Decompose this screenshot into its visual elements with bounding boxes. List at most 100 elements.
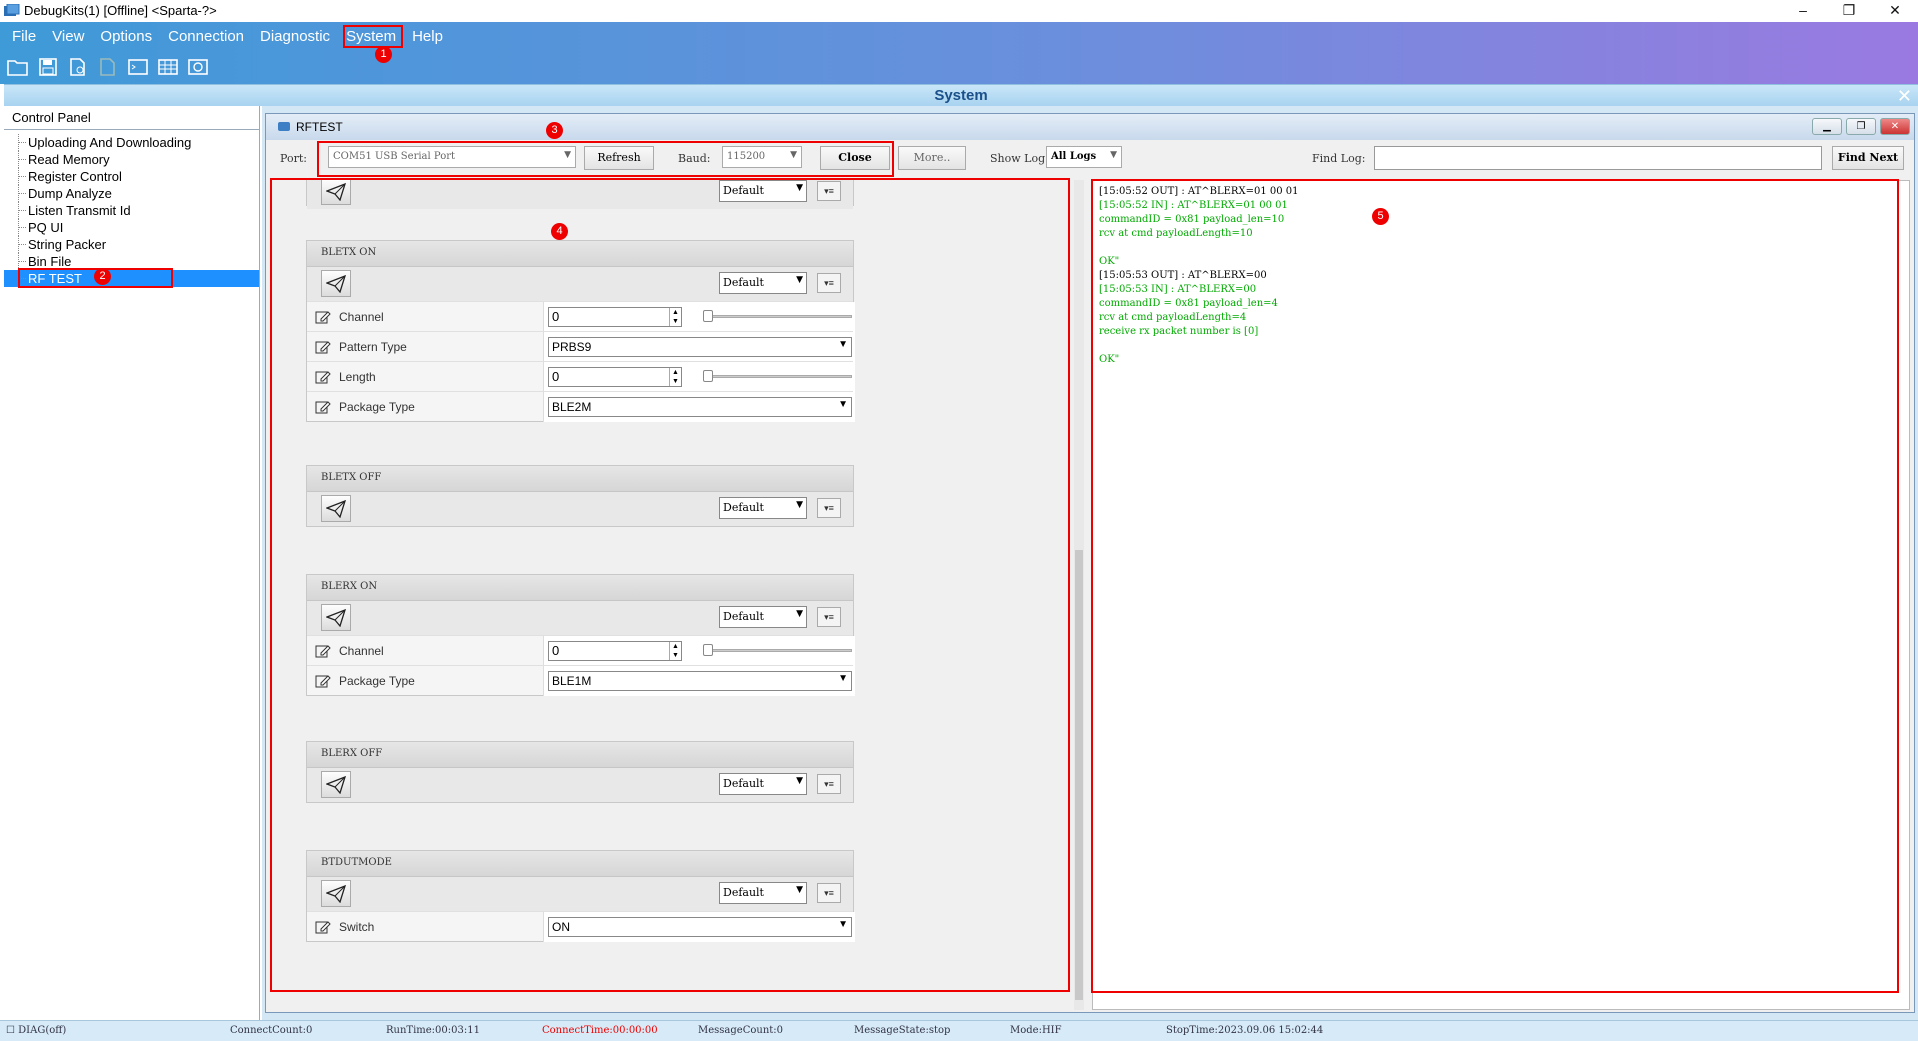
show-log-label: Show Log: [990, 152, 1046, 165]
rftest-close-button[interactable]: ✕: [1880, 118, 1910, 135]
open-folder-icon[interactable]: [6, 55, 30, 79]
table-icon[interactable]: [156, 55, 180, 79]
tree-item-dump-analyze[interactable]: Dump Analyze: [4, 185, 259, 202]
rftest-minimize-button[interactable]: ▁: [1812, 118, 1842, 135]
menu-icon[interactable]: ▾≡: [817, 883, 841, 903]
minimize-button[interactable]: –: [1780, 0, 1826, 22]
connect-time: ConnectTime:00:00:00: [542, 1025, 658, 1036]
rftest-toolbar: Port: COM51 USB Serial Port ▼ Refresh Bau…: [266, 142, 1914, 174]
tree-item-register-control[interactable]: Register Control: [4, 168, 259, 185]
system-panel-close-icon[interactable]: ✕: [1897, 86, 1912, 107]
more-button[interactable]: More..: [898, 146, 966, 170]
menu-icon[interactable]: ▾≡: [817, 774, 841, 794]
edit-icon: [315, 401, 331, 414]
command-group-btdutmode: BTDUTMODE Default ▼ ▾≡ Switch ON ▼: [306, 850, 855, 942]
channel-slider[interactable]: [703, 310, 852, 322]
command-head: Default ▼ ▾≡: [307, 877, 853, 911]
menubar: File View Options Connection Diagnostic …: [4, 26, 451, 48]
show-log-select[interactable]: All Logs ▼: [1046, 146, 1122, 168]
menu-icon[interactable]: ▾≡: [817, 498, 841, 518]
message-count: MessageCount:0: [698, 1025, 784, 1036]
baud-label: Baud:: [678, 152, 711, 165]
param-label: Length: [339, 370, 376, 384]
tree-item-pq-ui[interactable]: PQ UI: [4, 219, 259, 236]
length-slider[interactable]: [703, 370, 852, 382]
menu-connection[interactable]: Connection: [160, 26, 252, 48]
annotation-marker-2: 2: [94, 268, 111, 285]
terminal-icon[interactable]: [126, 55, 150, 79]
baud-select[interactable]: 115200 ▼: [722, 146, 802, 168]
status-bar: ☐ DIAG(off) ConnectCount:0 RunTime:00:03…: [0, 1020, 1918, 1041]
log-output[interactable]: [15:05:52 OUT] : AT^BLERX=01 00 01 [15:0…: [1092, 180, 1910, 1010]
port-select[interactable]: COM51 USB Serial Port ▼: [328, 146, 576, 168]
preset-select[interactable]: Default ▼: [719, 606, 807, 628]
menu-options[interactable]: Options: [92, 26, 160, 48]
save-icon[interactable]: [36, 55, 60, 79]
channel-spinbox[interactable]: 0 ▲ ▼: [548, 307, 682, 327]
menu-help[interactable]: Help: [404, 26, 451, 48]
preset-select[interactable]: Default ▼: [719, 882, 807, 904]
log-line: rcv at cmd payloadLength=4: [1099, 312, 1247, 323]
app-icon: [4, 4, 20, 16]
rftest-restore-button[interactable]: ❐: [1846, 118, 1876, 135]
log-line: [15:05:53 IN] : AT^BLERX=00: [1099, 284, 1257, 295]
param-label: Switch: [339, 920, 375, 934]
close-port-button[interactable]: Close: [820, 146, 890, 170]
tree-item-rf-test[interactable]: RF TEST: [4, 270, 259, 287]
tree-item-uploading[interactable]: Uploading And Downloading: [4, 134, 259, 151]
length-spinbox[interactable]: 0 ▲ ▼: [548, 367, 682, 387]
menu-view[interactable]: View: [44, 26, 92, 48]
preset-select[interactable]: Default ▼: [719, 773, 807, 795]
menu-diagnostic[interactable]: Diagnostic: [252, 26, 338, 48]
send-icon[interactable]: [321, 270, 351, 297]
param-row-pattern-type: Pattern Type PRBS9 ▼: [307, 331, 855, 362]
find-log-input[interactable]: [1374, 146, 1822, 170]
preset-select[interactable]: Default ▼: [719, 272, 807, 294]
menu-system[interactable]: System: [338, 26, 404, 48]
runtime: RunTime:00:03:11: [386, 1025, 480, 1036]
param-row-channel: Channel 0 ▲ ▼: [307, 301, 855, 332]
command-title: BLERX OFF: [307, 742, 853, 768]
edit-icon: [315, 921, 331, 934]
send-icon[interactable]: [321, 495, 351, 522]
send-icon[interactable]: [321, 604, 351, 631]
param-row-length: Length 0 ▲ ▼: [307, 361, 855, 392]
tree-item-read-memory[interactable]: Read Memory: [4, 151, 259, 168]
package-type-select[interactable]: BLE2M ▼: [548, 397, 852, 417]
channel-slider[interactable]: [703, 644, 852, 656]
close-button[interactable]: ✕: [1872, 0, 1918, 22]
menu-icon[interactable]: ▾≡: [817, 273, 841, 293]
script-icon[interactable]: [66, 55, 90, 79]
preset-select[interactable]: Default ▼: [719, 180, 807, 202]
tree-item-bin-file[interactable]: Bin File: [4, 253, 259, 270]
restore-button[interactable]: ❐: [1826, 0, 1872, 22]
preset-select[interactable]: Default ▼: [719, 497, 807, 519]
menu-icon[interactable]: ▾≡: [817, 181, 841, 201]
pattern-type-select[interactable]: PRBS9 ▼: [548, 337, 852, 357]
command-list-scrollbar[interactable]: [1074, 180, 1084, 1010]
scrollbar-thumb[interactable]: [1075, 550, 1083, 1000]
tree-item-listen-transmit-id[interactable]: Listen Transmit Id: [4, 202, 259, 219]
switch-select[interactable]: ON ▼: [548, 917, 852, 937]
window-title: DebugKits(1) [Offline] <Sparta-?>: [24, 3, 217, 18]
find-log-label: Find Log:: [1312, 152, 1366, 165]
send-icon[interactable]: [321, 771, 351, 798]
tree-item-string-packer[interactable]: String Packer: [4, 236, 259, 253]
camera-icon[interactable]: [186, 55, 210, 79]
system-panel-header: System ✕: [4, 84, 1918, 106]
channel-spinbox[interactable]: 0 ▲ ▼: [548, 641, 682, 661]
send-icon[interactable]: [321, 180, 351, 205]
package-type-select[interactable]: BLE1M ▼: [548, 671, 852, 691]
menu-file[interactable]: File: [4, 26, 44, 48]
diag-status[interactable]: ☐ DIAG(off): [6, 1025, 66, 1036]
system-panel-title: System: [934, 87, 988, 104]
log-line: [15:05:53 OUT] : AT^BLERX=00: [1099, 270, 1267, 281]
menu-icon[interactable]: ▾≡: [817, 607, 841, 627]
log-line: receive rx packet number is [0]: [1099, 326, 1259, 337]
edit-icon: [315, 645, 331, 658]
command-list[interactable]: Default ▼ ▾≡ BLETX ON Default ▼ ▾≡ Channel…: [274, 180, 1086, 1010]
find-next-button[interactable]: Find Next: [1832, 146, 1904, 170]
send-icon[interactable]: [321, 880, 351, 907]
refresh-button[interactable]: Refresh: [584, 146, 654, 170]
